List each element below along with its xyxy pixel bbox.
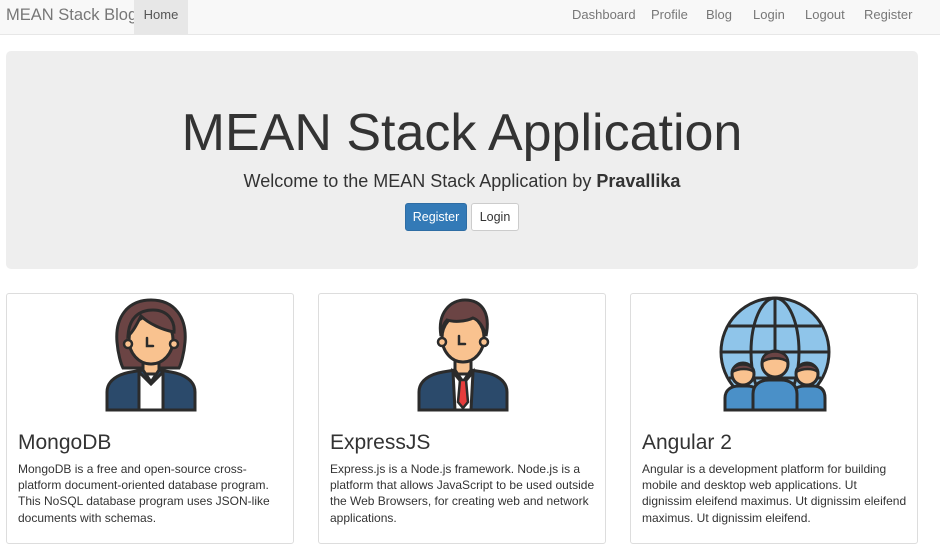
nav-item-profile[interactable]: Profile (651, 0, 688, 29)
card-title: ExpressJS (330, 431, 431, 454)
login-button[interactable]: Login (471, 203, 519, 231)
nav-item-register[interactable]: Register (864, 0, 912, 29)
nav-item-dashboard[interactable]: Dashboard (572, 0, 636, 29)
nav-item-home[interactable]: Home (134, 0, 188, 34)
nav-item-blog[interactable]: Blog (706, 0, 732, 29)
navbar: MEAN Stack Blog Home Dashboard Profile B… (0, 0, 940, 35)
card-text: Express.js is a Node.js framework. Node.… (330, 462, 595, 525)
card-text: Angular is a development platform for bu… (642, 462, 907, 525)
page-title: MEAN Stack Application (181, 104, 743, 162)
card-angular: Angular 2 Angular is a development platf… (630, 293, 918, 544)
card-title: MongoDB (18, 431, 112, 454)
nav-item-logout[interactable]: Logout (805, 0, 845, 29)
card-mongodb: MongoDB MongoDB is a free and open-sourc… (6, 293, 294, 544)
businesswoman-icon (105, 298, 197, 412)
card-title: Angular 2 (642, 431, 732, 454)
nav-item-login[interactable]: Login (753, 0, 785, 29)
global-team-icon (719, 296, 831, 412)
card-text: MongoDB is a free and open-source cross-… (18, 462, 270, 525)
card-expressjs: ExpressJS Express.js is a Node.js framew… (318, 293, 606, 544)
register-button[interactable]: Register (405, 203, 467, 231)
jumbotron: MEAN Stack Application Welcome to the ME… (6, 51, 918, 269)
navbar-brand[interactable]: MEAN Stack Blog (6, 5, 137, 25)
welcome-text: Welcome to the MEAN Stack Application by (243, 171, 592, 191)
businessman-icon (417, 298, 509, 412)
author-name: Pravallika (596, 171, 681, 191)
welcome-subtitle: Welcome to the MEAN Stack Application by… (6, 170, 918, 192)
